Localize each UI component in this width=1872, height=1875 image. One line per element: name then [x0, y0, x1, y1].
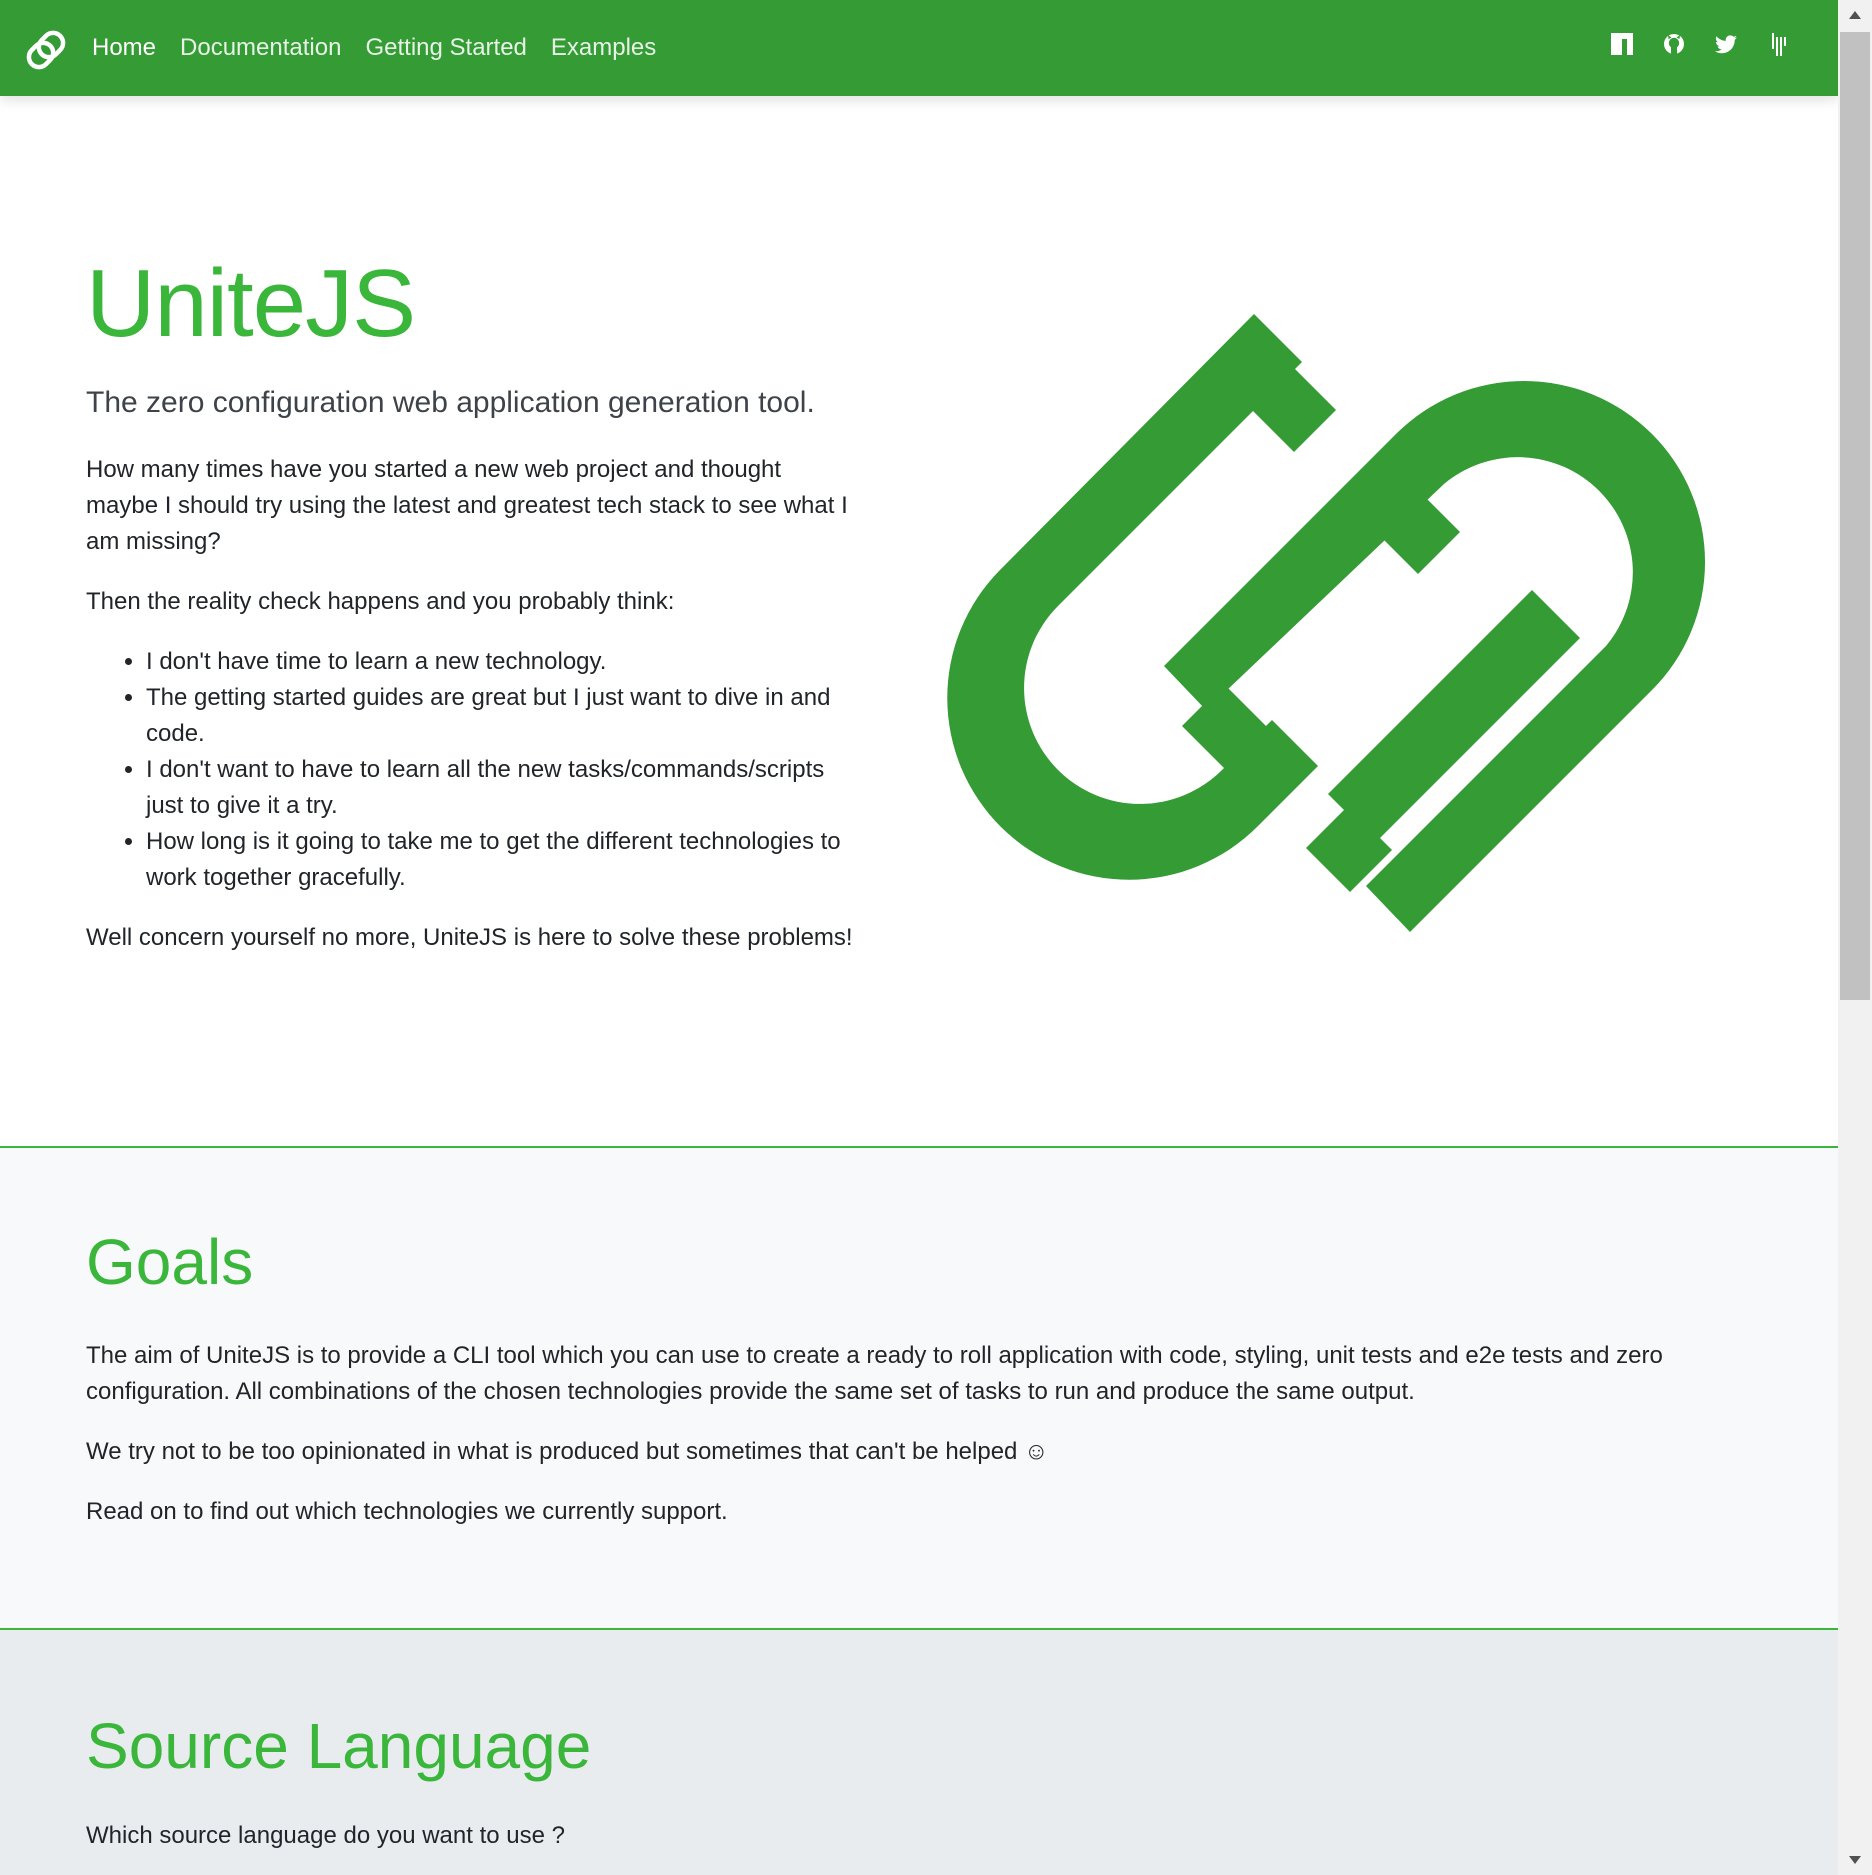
list-item: The getting started guides are great but…	[146, 680, 856, 752]
source-language-section: Source Language Which source language do…	[0, 1630, 1838, 1875]
navbar: Home Documentation Getting Started Examp…	[0, 0, 1838, 96]
social-icons	[1584, 30, 1792, 58]
list-item: I don't want to have to learn all the ne…	[146, 752, 856, 824]
list-item: I don't have time to learn a new technol…	[146, 644, 856, 680]
nav-link-getting-started[interactable]: Getting Started	[353, 0, 538, 96]
goals-title: Goals	[86, 1226, 254, 1298]
unitejs-logo-icon[interactable]	[22, 28, 70, 72]
goals-section: Goals The aim of UniteJS is to provide a…	[0, 1148, 1838, 1630]
scroll-up-arrow-icon[interactable]	[1838, 0, 1872, 30]
hero-bullet-list: I don't have time to learn a new technol…	[86, 644, 856, 896]
goals-paragraph-aim: The aim of UniteJS is to provide a CLI t…	[86, 1342, 1663, 1405]
source-language-question: Which source language do you want to use…	[86, 1822, 565, 1849]
hero-text: How many times have you started a new we…	[86, 452, 856, 980]
hero-paragraph-conclusion: Well concern yourself no more, UniteJS i…	[86, 924, 853, 951]
hero-section: UniteJS The zero configuration web appli…	[0, 96, 1838, 1148]
gitter-icon[interactable]	[1764, 30, 1792, 58]
scrollbar-thumb[interactable]	[1840, 32, 1870, 1000]
list-item: How long is it going to take me to get t…	[146, 824, 856, 896]
hero-paragraph-intro: How many times have you started a new we…	[86, 456, 848, 555]
vertical-scrollbar[interactable]	[1838, 0, 1872, 1875]
unitejs-logo-icon	[947, 314, 1706, 932]
scroll-down-arrow-icon[interactable]	[1838, 1845, 1872, 1875]
goals-text: The aim of UniteJS is to provide a CLI t…	[86, 1338, 1786, 1554]
hero-subtitle: The zero configuration web application g…	[86, 386, 815, 419]
twitter-icon[interactable]	[1712, 30, 1740, 58]
nav-links: Home Documentation Getting Started Examp…	[80, 0, 668, 96]
goals-paragraph-opinion: We try not to be too opinionated in what…	[86, 1438, 1049, 1465]
nav-link-documentation[interactable]: Documentation	[168, 0, 353, 96]
github-icon[interactable]	[1660, 30, 1688, 58]
hero-paragraph-reality: Then the reality check happens and you p…	[86, 588, 675, 615]
hero-title: UniteJS	[86, 250, 416, 357]
source-language-title: Source Language	[86, 1710, 592, 1782]
npm-icon[interactable]	[1608, 30, 1636, 58]
page: Home Documentation Getting Started Examp…	[0, 0, 1838, 1875]
nav-link-home[interactable]: Home	[80, 0, 168, 96]
nav-link-examples[interactable]: Examples	[539, 0, 668, 96]
goals-paragraph-read-on: Read on to find out which technologies w…	[86, 1498, 728, 1525]
